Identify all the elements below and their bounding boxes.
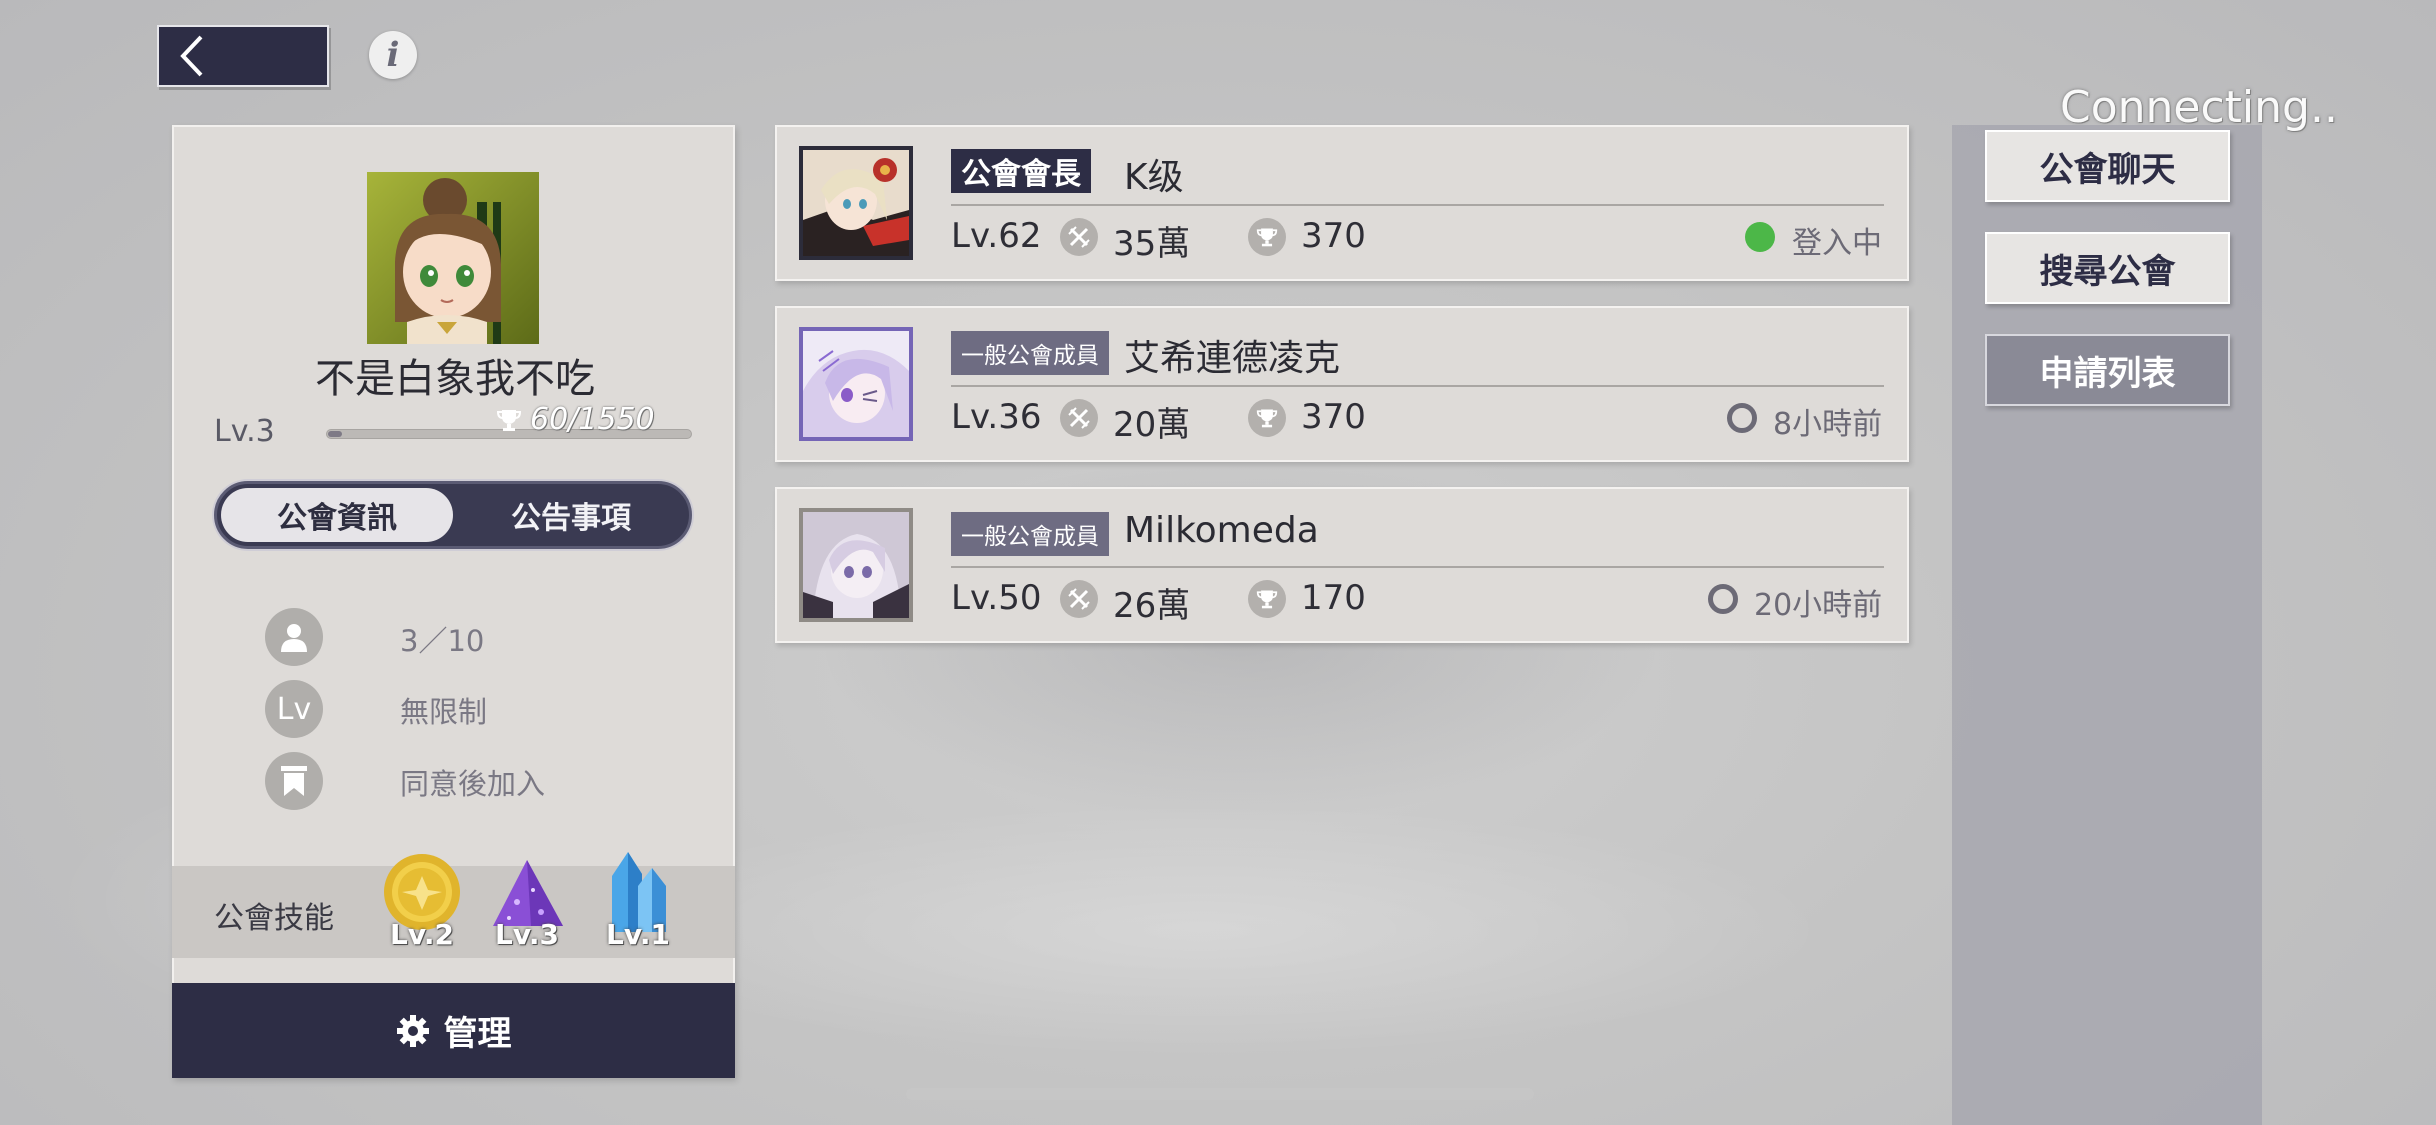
guild-exp-bar-fill	[328, 431, 342, 437]
guild-exp-text: 60/1550	[496, 402, 686, 437]
member-rank-badge: 一般公會成員	[951, 512, 1109, 556]
join-policy-icon	[265, 752, 323, 810]
guild-level: Lv.3	[214, 414, 275, 449]
manage-button[interactable]: 管理	[172, 983, 735, 1078]
member-count-icon	[265, 608, 323, 666]
member-power: 35萬	[1113, 224, 1191, 264]
home-indicator[interactable]	[906, 1088, 1534, 1100]
member-status: 登入中	[1792, 226, 1882, 261]
member-avatar	[799, 327, 913, 441]
info-icon: i	[386, 35, 400, 75]
trophy-icon	[1248, 399, 1286, 437]
member-level: Lv.50	[951, 578, 1042, 618]
crossed-swords-icon	[1060, 580, 1098, 618]
member-card[interactable]	[775, 125, 1909, 281]
member-avatar	[799, 508, 913, 622]
join-policy-value: 同意後加入	[400, 767, 546, 801]
tab-announcements[interactable]: 公告事項	[456, 488, 686, 542]
back-button[interactable]	[157, 25, 329, 87]
skill-level: Lv.2	[390, 918, 454, 951]
member-name: Milkomeda	[1124, 510, 1319, 551]
member-card[interactable]	[775, 487, 1909, 643]
trophy-icon	[1248, 580, 1286, 618]
member-status: 8小時前	[1773, 407, 1883, 442]
card-divider	[951, 385, 1884, 387]
crossed-swords-icon	[1060, 218, 1098, 256]
level-requirement-icon: Lv	[265, 680, 323, 738]
member-rank-badge: 一般公會成員	[951, 331, 1109, 375]
member-status: 20小時前	[1754, 588, 1883, 623]
guild-chat-button[interactable]: 公會聊天	[1985, 130, 2230, 202]
member-name: K级	[1124, 157, 1184, 198]
member-avatar	[799, 146, 913, 260]
gear-icon	[396, 1014, 429, 1047]
member-trophies: 370	[1301, 397, 1366, 437]
skill-level: Lv.1	[606, 918, 670, 951]
search-guild-button[interactable]: 搜尋公會	[1985, 232, 2230, 304]
online-status-dot	[1745, 222, 1775, 252]
application-list-button[interactable]: 申請列表	[1985, 334, 2230, 406]
member-rank-badge: 公會會長	[951, 149, 1091, 193]
member-trophies: 370	[1301, 216, 1366, 256]
member-card[interactable]	[775, 306, 1909, 462]
member-name: 艾希連德凌克	[1124, 338, 1341, 379]
trophy-icon	[1248, 218, 1286, 256]
crossed-swords-icon	[1060, 399, 1098, 437]
level-requirement-value: 無限制	[400, 695, 488, 729]
skill-level: Lv.3	[495, 918, 559, 951]
guild-emblem-avatar	[367, 172, 539, 344]
guild-name: 不是白象我不吃	[315, 356, 595, 402]
member-count-value: 3／10	[400, 624, 485, 658]
member-level: Lv.36	[951, 397, 1042, 437]
member-trophies: 170	[1301, 578, 1366, 618]
member-power: 26萬	[1113, 586, 1191, 626]
tab-guild-info[interactable]: 公會資訊	[221, 488, 453, 542]
member-level: Lv.62	[951, 216, 1042, 256]
offline-status-ring	[1708, 584, 1738, 614]
guild-skills-label: 公會技能	[214, 901, 334, 936]
card-divider	[951, 204, 1884, 206]
chevron-left-icon	[180, 35, 203, 77]
member-power: 20萬	[1113, 405, 1191, 445]
trophy-icon	[496, 409, 522, 431]
info-button[interactable]: i	[369, 31, 417, 79]
card-divider	[951, 566, 1884, 568]
offline-status-ring	[1727, 403, 1757, 433]
